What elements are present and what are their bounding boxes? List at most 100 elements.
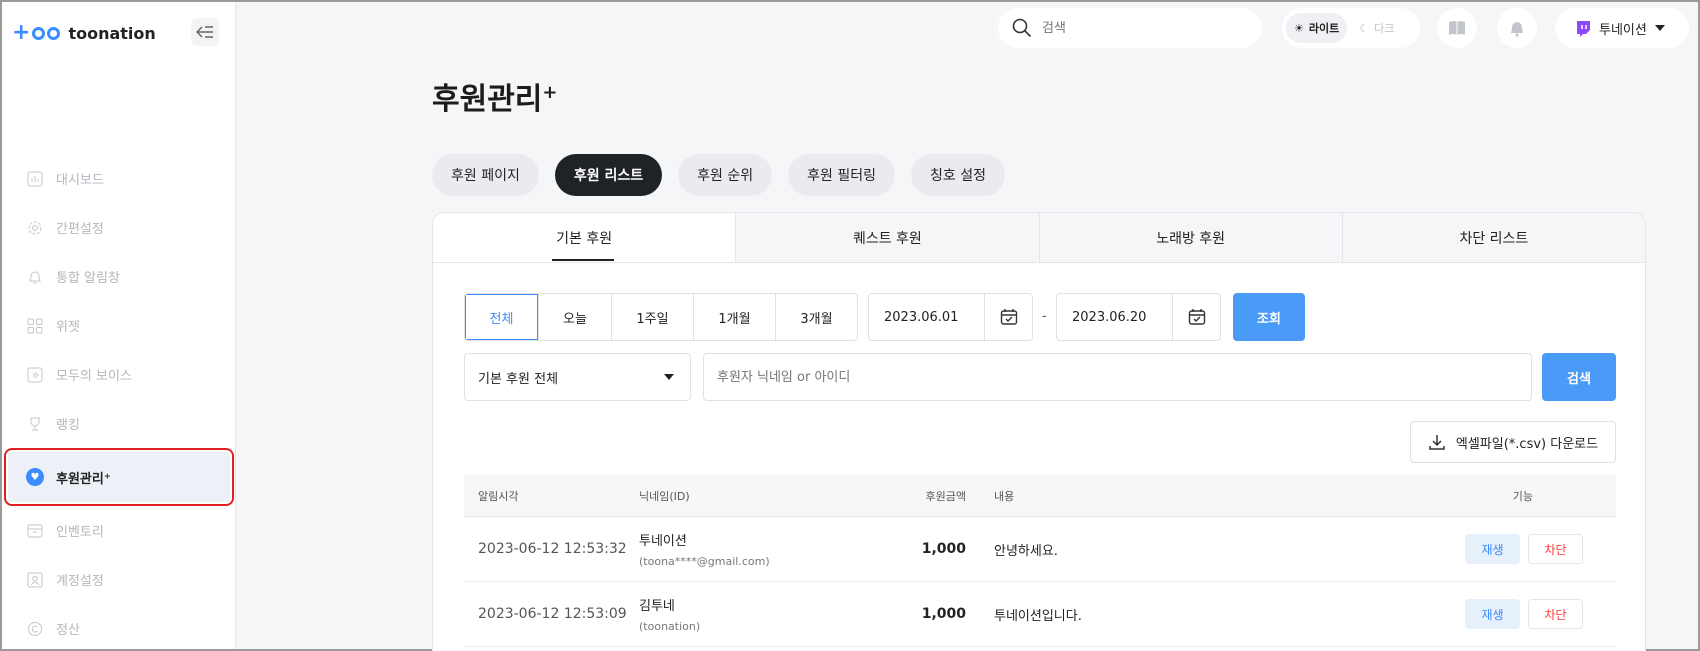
chevron-down-icon <box>664 374 674 380</box>
sub-tab-quest[interactable]: 퀘스트 후원 <box>735 213 1039 262</box>
start-date-field[interactable]: 2023.06.01 <box>868 293 1033 341</box>
theme-toggle[interactable]: ☀ 라이트 ☾ 다크 <box>1282 8 1420 48</box>
tab-donation-ranking[interactable]: 후원 순위 <box>678 154 773 196</box>
end-date-value: 2023.06.20 <box>1072 309 1147 325</box>
header-function: 기능 <box>1512 489 1533 503</box>
sidebar-item-widget[interactable]: 위젯 <box>2 301 236 350</box>
user-menu-button[interactable]: 투네이션 <box>1555 8 1689 48</box>
search-button[interactable]: 검색 <box>1542 353 1616 401</box>
main-tabs: 후원 페이지 후원 리스트 후원 순위 후원 필터링 칭호 설정 <box>432 154 1005 196</box>
download-icon <box>1429 435 1445 450</box>
twitch-icon <box>1577 20 1590 37</box>
donation-table: 알림시각 닉네임(ID) 후원금액 내용 기능 2023-06-12 12:53… <box>464 475 1616 647</box>
sidebar-item-label: 후원관리⁺ <box>56 471 111 487</box>
sub-tab-basic[interactable]: 기본 후원 <box>433 213 736 262</box>
book-button[interactable] <box>1437 8 1477 48</box>
moon-icon: ☾ <box>1359 21 1370 35</box>
sidebar-item-alerts[interactable]: 통합 알림창 <box>2 252 236 301</box>
row-message: 안녕하세요. <box>994 543 1058 559</box>
donor-search-field[interactable] <box>703 353 1532 401</box>
replay-button[interactable]: 재생 <box>1465 534 1520 564</box>
global-search[interactable] <box>998 8 1262 48</box>
logo[interactable]: + toonation <box>12 20 156 46</box>
sidebar-collapse-button[interactable] <box>191 18 219 46</box>
sub-tab-karaoke[interactable]: 노래방 후원 <box>1038 213 1342 262</box>
donation-type-select[interactable]: 기본 후원 전체 <box>464 353 691 401</box>
account-icon <box>26 571 44 589</box>
voice-icon <box>26 366 44 384</box>
calendar-icon[interactable] <box>1172 294 1220 340</box>
sidebar-item-label: 통합 알림창 <box>56 271 120 286</box>
header-amount: 후원금액 <box>925 489 966 503</box>
title-plus: + <box>542 82 558 103</box>
period-today[interactable]: 오늘 <box>538 294 611 340</box>
gear-icon <box>26 219 44 237</box>
sidebar: + toonation 대시보드 간편설정 통합 알림창 위젯 모두의 보이스 … <box>2 2 236 649</box>
inventory-icon <box>26 522 44 540</box>
sidebar-item-label: 계정설정 <box>56 574 104 589</box>
grid-icon <box>26 317 44 335</box>
sidebar-item-label: 위젯 <box>56 320 80 335</box>
period-all[interactable]: 전체 <box>465 294 538 340</box>
tab-title-settings[interactable]: 칭호 설정 <box>910 154 1005 196</box>
block-button[interactable]: 차단 <box>1528 599 1583 629</box>
sidebar-item-voice[interactable]: 모두의 보이스 <box>2 350 236 399</box>
bell-icon <box>26 268 44 286</box>
start-date-value: 2023.06.01 <box>884 309 959 325</box>
sub-tabs: 기본 후원 퀘스트 후원 노래방 후원 차단 리스트 <box>433 213 1645 263</box>
theme-dark-option[interactable]: ☾ 다크 <box>1351 13 1402 43</box>
row-nick: 김투네 (toonation) <box>639 595 849 633</box>
sub-tab-block-list[interactable]: 차단 리스트 <box>1341 213 1645 262</box>
search-icon <box>1012 18 1032 38</box>
header-nick: 닉네임(ID) <box>639 489 690 503</box>
end-date-field[interactable]: 2023.06.20 <box>1056 293 1221 341</box>
csv-download-button[interactable]: 엑셀파일(*.csv) 다운로드 <box>1410 421 1616 463</box>
row-actions: 재생 차단 <box>1326 534 1616 564</box>
sidebar-item-settlement[interactable]: 정산 <box>2 604 236 651</box>
header-time: 알림시각 <box>478 489 519 503</box>
period-week[interactable]: 1주일 <box>611 294 693 340</box>
row-nickname: 김투네 <box>639 599 675 614</box>
table-header: 알림시각 닉네임(ID) 후원금액 내용 기능 <box>464 475 1616 517</box>
sidebar-item-label: 간편설정 <box>56 222 104 237</box>
book-icon <box>1449 21 1465 35</box>
theme-dark-label: 다크 <box>1374 22 1395 35</box>
sidebar-item-inventory[interactable]: 인벤토리 <box>2 506 236 555</box>
row-time: 2023-06-12 12:53:32 <box>478 541 627 557</box>
sidebar-menu: 대시보드 간편설정 통합 알림창 위젯 모두의 보이스 랭킹 ♥ 후원관리⁺ 인… <box>2 154 236 651</box>
block-button[interactable]: 차단 <box>1528 534 1583 564</box>
table-row: 2023-06-12 12:53:32 투네이션 (toona****@gmai… <box>464 517 1616 582</box>
period-3months[interactable]: 3개월 <box>775 294 857 340</box>
sidebar-item-quick-settings[interactable]: 간편설정 <box>2 203 236 252</box>
period-month[interactable]: 1개월 <box>693 294 775 340</box>
sidebar-item-label: 정산 <box>56 623 80 638</box>
notification-button[interactable] <box>1497 8 1537 48</box>
row-message: 투네이션입니다. <box>994 608 1082 624</box>
tab-donation-page[interactable]: 후원 페이지 <box>432 154 539 196</box>
theme-light-option[interactable]: ☀ 라이트 <box>1286 13 1348 43</box>
donation-type-value: 기본 후원 전체 <box>478 371 559 387</box>
sun-icon: ☀ <box>1294 21 1304 35</box>
sidebar-item-ranking[interactable]: 랭킹 <box>2 399 236 448</box>
trophy-icon <box>26 415 44 433</box>
sidebar-item-dashboard[interactable]: 대시보드 <box>2 154 236 203</box>
row-time: 2023-06-12 12:53:09 <box>478 606 627 622</box>
donor-search-input[interactable] <box>717 369 1497 385</box>
global-search-input[interactable] <box>1042 20 1222 36</box>
row-nick: 투네이션 (toona****@gmail.com) <box>639 530 849 568</box>
date-separator: - <box>1042 309 1047 324</box>
bell-icon <box>1511 22 1523 37</box>
copyright-icon <box>26 620 44 638</box>
tab-donation-list[interactable]: 후원 리스트 <box>554 154 663 196</box>
donation-list-card: 기본 후원 퀘스트 후원 노래방 후원 차단 리스트 전체 오늘 1주일 1개월… <box>432 212 1646 651</box>
chevron-down-icon <box>1654 25 1665 31</box>
sidebar-item-account[interactable]: 계정설정 <box>2 555 236 604</box>
sidebar-item-donation-management[interactable]: ♥ 후원관리⁺ <box>4 448 234 506</box>
replay-button[interactable]: 재생 <box>1465 599 1520 629</box>
query-button[interactable]: 조회 <box>1233 293 1305 341</box>
app-frame: + toonation 대시보드 간편설정 통합 알림창 위젯 모두의 보이스 … <box>0 0 1700 651</box>
row-user-id: (toonation) <box>639 620 701 633</box>
calendar-icon[interactable] <box>984 294 1032 340</box>
table-row: 2023-06-12 12:53:09 김투네 (toonation) 1,00… <box>464 582 1616 647</box>
tab-donation-filtering[interactable]: 후원 필터링 <box>788 154 895 196</box>
